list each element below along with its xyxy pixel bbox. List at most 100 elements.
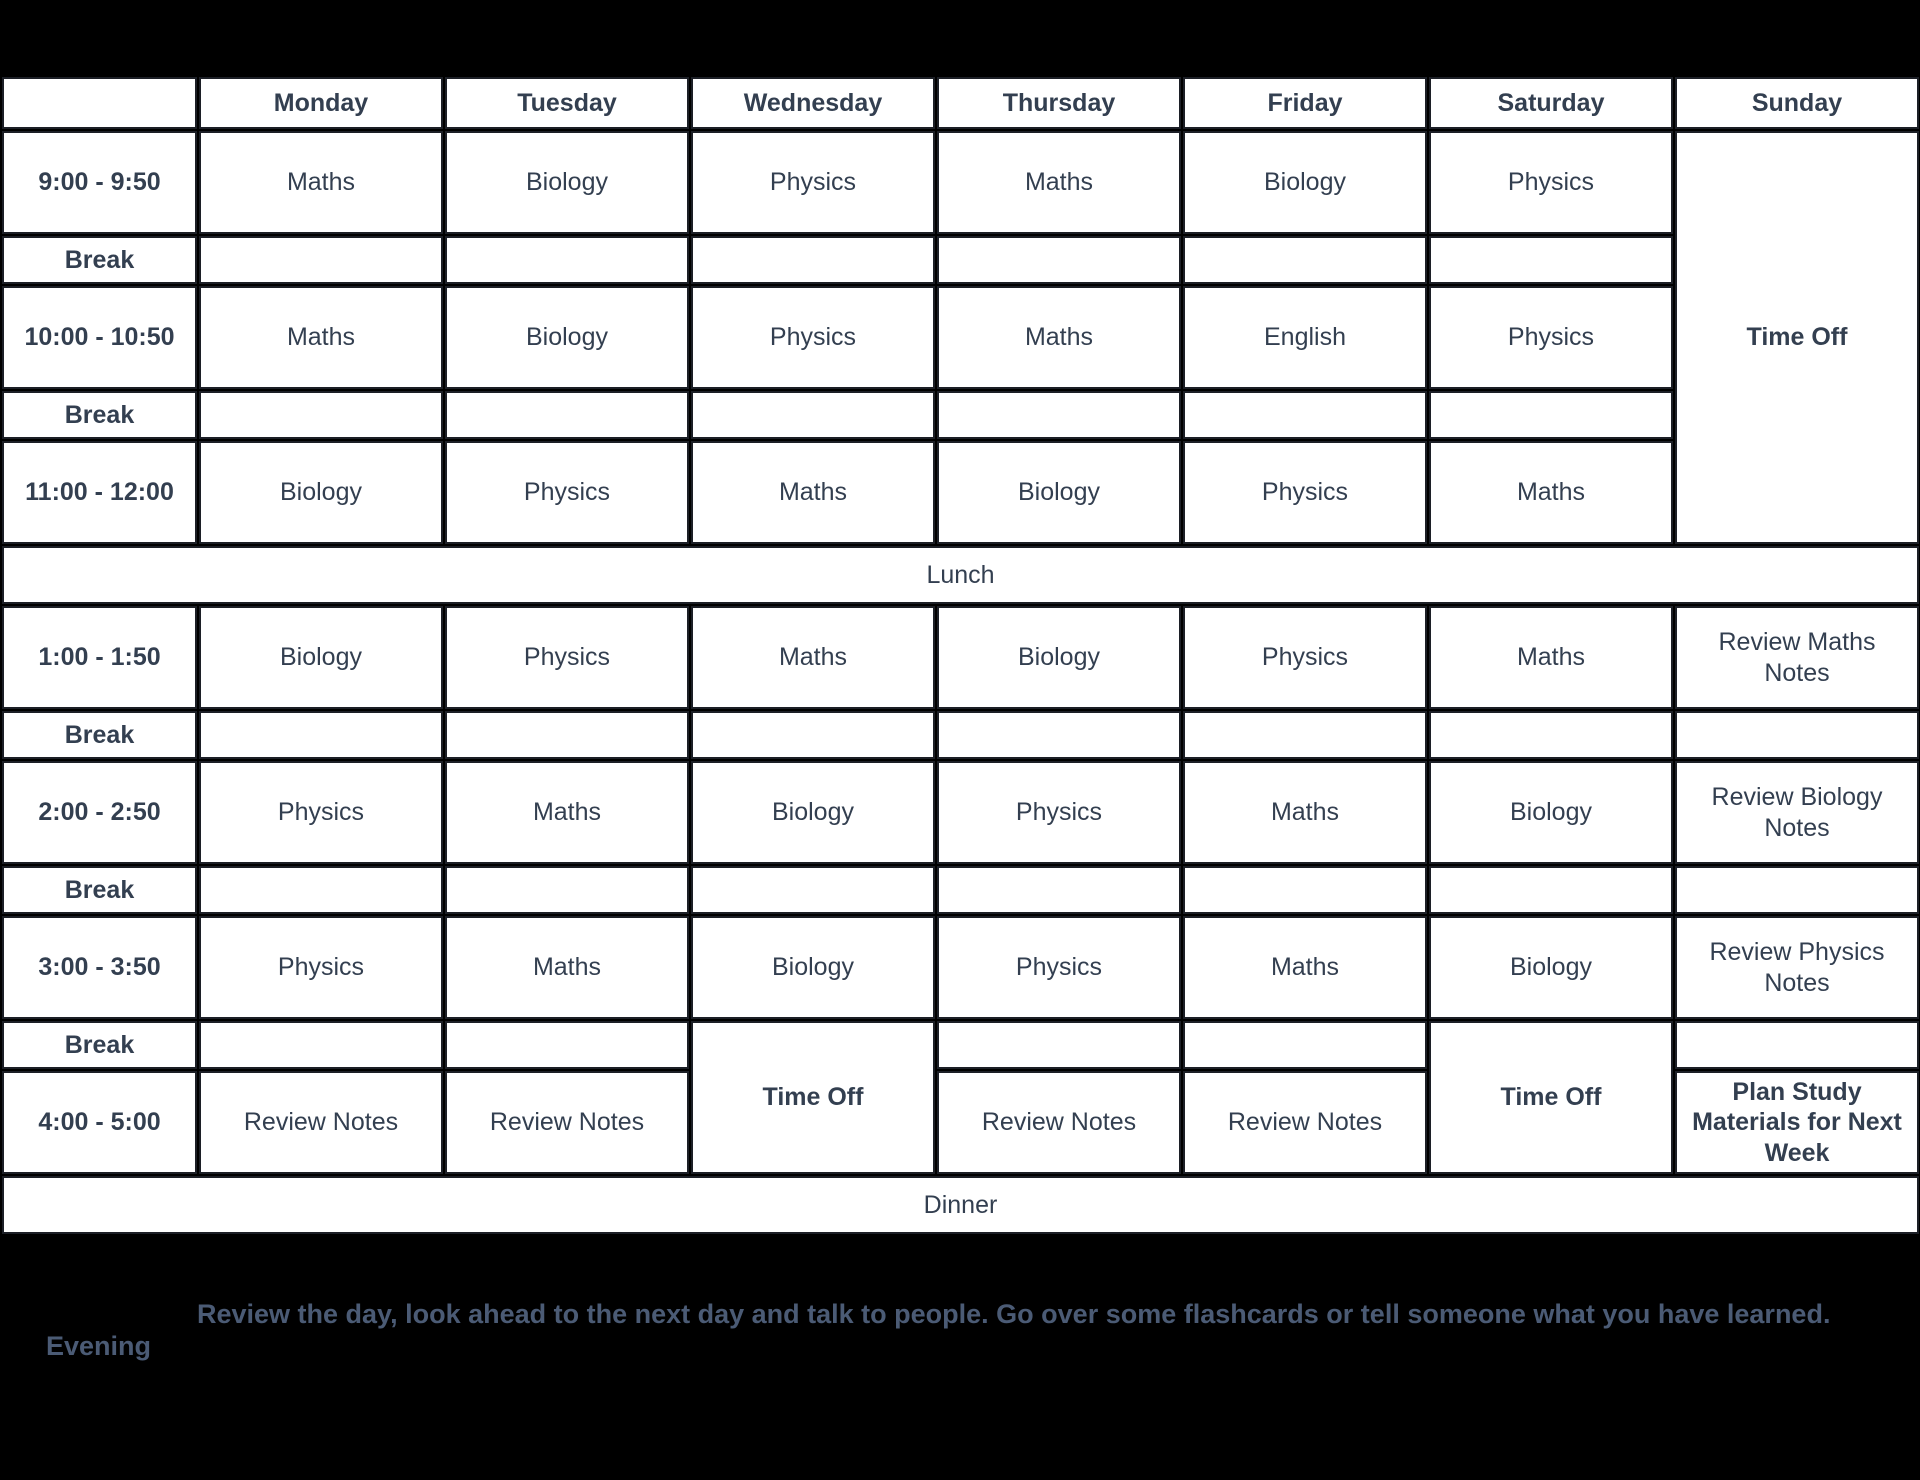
cell-wed-slot2[interactable]: Physics: [691, 286, 935, 389]
cell-mon-slot6[interactable]: Physics: [199, 916, 443, 1019]
break-label-5: Break: [2, 1021, 197, 1069]
break-cell-thu-5: [937, 1021, 1181, 1069]
cell-wed-slot1[interactable]: Physics: [691, 131, 935, 234]
cell-thu-slot3[interactable]: Biology: [937, 441, 1181, 544]
cell-sat-slot5[interactable]: Biology: [1429, 761, 1673, 864]
cell-fri-slot3[interactable]: Physics: [1183, 441, 1427, 544]
cell-fri-slot6[interactable]: Maths: [1183, 916, 1427, 1019]
break-cell-fri-2: [1183, 391, 1427, 439]
cell-sat-slot4[interactable]: Maths: [1429, 606, 1673, 709]
cell-fri-slot4[interactable]: Physics: [1183, 606, 1427, 709]
cell-wed-slot3[interactable]: Maths: [691, 441, 935, 544]
cell-mon-slot4[interactable]: Biology: [199, 606, 443, 709]
cell-fri-slot1[interactable]: Biology: [1183, 131, 1427, 234]
slot-row-1: 9:00 - 9:50 Maths Biology Physics Maths …: [2, 131, 1919, 544]
cell-wed-slot4[interactable]: Maths: [691, 606, 935, 709]
day-header-monday: Monday: [199, 77, 443, 129]
cell-sun-slot4[interactable]: Review Maths Notes: [1675, 606, 1919, 709]
cell-thu-slot1[interactable]: Maths: [937, 131, 1181, 234]
cell-mon-slot2[interactable]: Maths: [199, 286, 443, 389]
break-cell-wed-2: [691, 391, 935, 439]
cell-sat-slot3[interactable]: Maths: [1429, 441, 1673, 544]
cell-tue-slot4[interactable]: Physics: [445, 606, 689, 709]
break-cell-sat-4: [1429, 866, 1673, 914]
break-cell-fri-4: [1183, 866, 1427, 914]
break-cell-thu-3: [937, 711, 1181, 759]
break-cell-mon-4: [199, 866, 443, 914]
cell-mon-slot1[interactable]: Maths: [199, 131, 443, 234]
break-cell-mon-2: [199, 391, 443, 439]
cell-thu-slot4[interactable]: Biology: [937, 606, 1181, 709]
slot-row-5: 2:00 - 2:50 Physics Maths Biology Physic…: [2, 761, 1919, 864]
break-label-1: Break: [2, 236, 197, 284]
time-label-slot6: 3:00 - 3:50: [2, 916, 197, 1019]
cell-sat-slot6[interactable]: Biology: [1429, 916, 1673, 1019]
break-cell-sun-5: [1675, 1021, 1919, 1069]
break-cell-tue-2: [445, 391, 689, 439]
cell-wed-time-off[interactable]: Time Off: [691, 1021, 935, 1174]
cell-tue-slot5[interactable]: Maths: [445, 761, 689, 864]
cell-wed-slot6[interactable]: Biology: [691, 916, 935, 1019]
cell-tue-slot1[interactable]: Biology: [445, 131, 689, 234]
lunch-band: Lunch: [2, 546, 1919, 604]
cell-thu-slot2[interactable]: Maths: [937, 286, 1181, 389]
time-label-slot5: 2:00 - 2:50: [2, 761, 197, 864]
break-cell-tue-4: [445, 866, 689, 914]
slot-row-4: 1:00 - 1:50 Biology Physics Maths Biolog…: [2, 606, 1919, 709]
cell-fri-slot2[interactable]: English: [1183, 286, 1427, 389]
cell-fri-slot7[interactable]: Review Notes: [1183, 1071, 1427, 1174]
break-cell-tue-3: [445, 711, 689, 759]
day-header-saturday: Saturday: [1429, 77, 1673, 129]
cell-sun-slot6[interactable]: Review Physics Notes: [1675, 916, 1919, 1019]
cell-sat-slot1[interactable]: Physics: [1429, 131, 1673, 234]
break-cell-mon-5: [199, 1021, 443, 1069]
cell-thu-slot5[interactable]: Physics: [937, 761, 1181, 864]
cell-sat-slot2[interactable]: Physics: [1429, 286, 1673, 389]
day-header-friday: Friday: [1183, 77, 1427, 129]
break-cell-tue-5: [445, 1021, 689, 1069]
cell-sun-time-off[interactable]: Time Off: [1675, 131, 1919, 544]
dinner-band: Dinner: [2, 1176, 1919, 1234]
cell-tue-slot3[interactable]: Physics: [445, 441, 689, 544]
break-cell-sun-3: [1675, 711, 1919, 759]
break-row-3: Break: [2, 711, 1919, 759]
cell-tue-slot2[interactable]: Biology: [445, 286, 689, 389]
day-header-tuesday: Tuesday: [445, 77, 689, 129]
day-header-sunday: Sunday: [1675, 77, 1919, 129]
break-cell-sun-4: [1675, 866, 1919, 914]
break-cell-tue-1: [445, 236, 689, 284]
break-cell-sat-1: [1429, 236, 1673, 284]
break-cell-sat-3: [1429, 711, 1673, 759]
break-cell-mon-3: [199, 711, 443, 759]
lunch-row: Lunch: [2, 546, 1919, 604]
cell-mon-slot5[interactable]: Physics: [199, 761, 443, 864]
cell-sun-slot7[interactable]: Plan Study Materials for Next Week: [1675, 1071, 1919, 1174]
slot-row-2: 10:00 - 10:50 Maths Biology Physics Math…: [2, 286, 1919, 389]
cell-mon-slot7[interactable]: Review Notes: [199, 1071, 443, 1174]
cell-mon-slot3[interactable]: Biology: [199, 441, 443, 544]
cell-wed-slot5[interactable]: Biology: [691, 761, 935, 864]
break-cell-fri-5: [1183, 1021, 1427, 1069]
slot-row-3: 11:00 - 12:00 Biology Physics Maths Biol…: [2, 441, 1919, 544]
break-cell-fri-3: [1183, 711, 1427, 759]
day-header-thursday: Thursday: [937, 77, 1181, 129]
cell-thu-slot6[interactable]: Physics: [937, 916, 1181, 1019]
cell-thu-slot7[interactable]: Review Notes: [937, 1071, 1181, 1174]
table-header-row: Monday Tuesday Wednesday Thursday Friday…: [2, 77, 1919, 129]
cell-tue-slot6[interactable]: Maths: [445, 916, 689, 1019]
cell-sun-slot5[interactable]: Review Biology Notes: [1675, 761, 1919, 864]
cell-tue-slot7[interactable]: Review Notes: [445, 1071, 689, 1174]
evening-label: Evening: [45, 1331, 152, 1361]
break-cell-wed-1: [691, 236, 935, 284]
study-timetable: Monday Tuesday Wednesday Thursday Friday…: [0, 75, 1920, 1236]
cell-fri-slot5[interactable]: Maths: [1183, 761, 1427, 864]
cell-sat-time-off[interactable]: Time Off: [1429, 1021, 1673, 1174]
break-cell-wed-3: [691, 711, 935, 759]
time-label-slot7: 4:00 - 5:00: [2, 1071, 197, 1174]
break-cell-thu-2: [937, 391, 1181, 439]
break-cell-fri-1: [1183, 236, 1427, 284]
break-label-2: Break: [2, 391, 197, 439]
day-header-wednesday: Wednesday: [691, 77, 935, 129]
evening-description: Review the day, look ahead to the next d…: [197, 1299, 1831, 1329]
break-cell-mon-1: [199, 236, 443, 284]
